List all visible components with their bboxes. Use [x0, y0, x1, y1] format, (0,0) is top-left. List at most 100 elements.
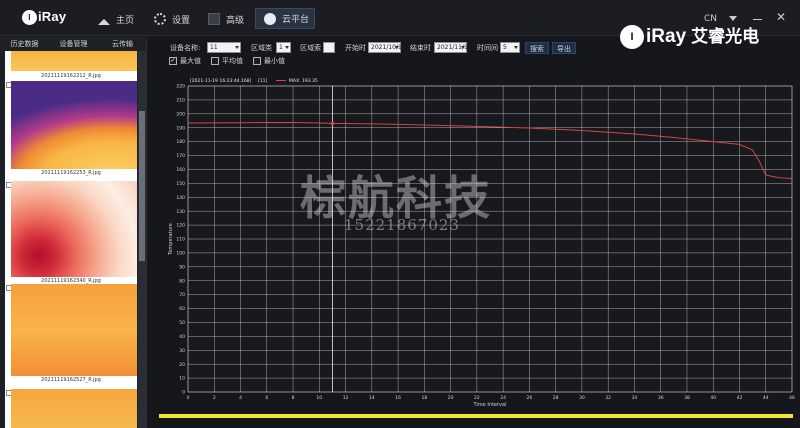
x-tick-label: 4 [239, 395, 242, 401]
x-tick-label: 40 [710, 395, 716, 401]
device-select[interactable]: 11 [207, 42, 241, 53]
x-axis-label: Time Interval [473, 402, 507, 408]
tab-device-management[interactable]: 设备管理 [49, 37, 98, 51]
tab-cloud-transfer[interactable]: 云传输 [98, 37, 147, 51]
nav-settings-label: 设置 [172, 15, 191, 26]
nav-cloud-label: 云平台 [282, 15, 310, 25]
x-tick-label: 26 [527, 395, 533, 401]
interval-label: 时间间 [477, 44, 498, 52]
advanced-icon [208, 13, 220, 25]
y-tick-label: 80 [179, 278, 185, 284]
thermal-image [11, 81, 137, 169]
thumbnail-caption: 20211119162212_R.jpg [41, 73, 101, 79]
x-tick-label: 14 [369, 395, 375, 401]
y-tick-label: 170 [176, 153, 185, 159]
y-tick-label: 40 [179, 334, 185, 340]
temperature-chart: 0 10 20 30 40 50 60 70 80 90 100 110 120 130 140 150 160… [160, 74, 800, 414]
x-tick-label: 16 [395, 395, 401, 401]
end-time-label: 结束时 [410, 44, 431, 52]
chevron-down-icon [461, 46, 465, 49]
x-tick-label: 28 [553, 395, 559, 401]
x-tick-label: 0 [187, 395, 190, 401]
export-button[interactable]: 导出 [552, 42, 576, 54]
y-tick-label: 90 [179, 264, 185, 270]
thumbnail-caption: 20211119162253_R.jpg [41, 170, 101, 176]
chevron-down-icon [395, 46, 399, 49]
region-index-input[interactable] [323, 42, 335, 53]
legend-entry: MAX: 193.35 [289, 78, 318, 84]
chart-title: [2021-11-19 16:23:44.168] [190, 78, 252, 84]
y-tick-label: 30 [179, 348, 185, 354]
y-tick-label: 70 [179, 292, 185, 298]
y-tick-label: 0 [182, 390, 185, 396]
minimize-icon[interactable] [753, 19, 762, 20]
x-tick-label: 2 [213, 395, 216, 401]
nav-settings[interactable]: 设置 [154, 9, 190, 29]
y-tick-label: 60 [179, 306, 185, 312]
brand-logo: IiRay 艾睿光电 [620, 22, 759, 49]
x-tick-label: 10 [316, 395, 322, 401]
end-time-picker[interactable]: 2021/11/1 [434, 42, 468, 53]
sidebar: 历史数据 设备管理 云传输 20211119162212_R.jpg 20211… [0, 37, 147, 428]
thermal-image [11, 284, 137, 376]
avg-checkbox[interactable] [211, 57, 219, 65]
interval-select[interactable]: 5 [500, 42, 520, 53]
y-tick-label: 150 [176, 181, 185, 187]
cloud-icon [264, 12, 276, 25]
start-time-label: 开始时 [345, 44, 366, 52]
chart-svg: 0102030405060708090100110120130140150160… [168, 78, 795, 408]
nav-advanced[interactable]: 高级 [208, 9, 244, 29]
y-tick-label: 220 [176, 84, 185, 90]
x-tick-label: 22 [474, 395, 480, 401]
y-axis-label: Temperature [168, 223, 174, 256]
x-tick-label: 6 [265, 395, 268, 401]
gear-icon [154, 13, 166, 25]
y-tick-label: 20 [179, 362, 185, 368]
region-index-label: 区域索 [300, 44, 321, 52]
nav-home[interactable]: 主页 [98, 9, 134, 29]
thumbnail-list: 20211119162212_R.jpg 20211119162253_R.jp… [5, 51, 137, 428]
y-tick-label: 160 [176, 167, 185, 173]
x-tick-label: 18 [421, 395, 427, 401]
avg-label: 平均值 [222, 57, 243, 65]
cursor-point [330, 121, 335, 126]
scrollbar-thumb[interactable] [139, 111, 145, 261]
chevron-down-icon [514, 46, 518, 49]
start-time-picker[interactable]: 2021/10/1 [368, 42, 402, 53]
progress-line [159, 414, 793, 418]
thermal-image [11, 389, 137, 428]
nav-cloud-platform[interactable]: 云平台 [255, 8, 315, 29]
nav-home-label: 主页 [116, 15, 135, 26]
x-tick-label: 30 [579, 395, 585, 401]
search-button[interactable]: 搜索 [525, 42, 549, 54]
x-tick-label: 8 [292, 395, 295, 401]
y-tick-label: 140 [176, 195, 185, 201]
y-tick-label: 200 [176, 111, 185, 117]
chevron-down-icon [285, 46, 289, 49]
region-type-label: 区域类 [251, 44, 272, 52]
x-tick-label: 34 [632, 395, 638, 401]
x-tick-label: 32 [605, 395, 611, 401]
max-checkbox[interactable]: ✓ [169, 57, 177, 65]
y-tick-label: 110 [176, 237, 185, 243]
max-label: 最大值 [180, 57, 201, 65]
tab-history[interactable]: 历史数据 [0, 37, 49, 51]
thermal-image [11, 51, 137, 71]
close-icon[interactable]: ✕ [776, 11, 786, 23]
watermark-phone: 15221867023 [344, 216, 460, 234]
y-tick-label: 100 [176, 251, 185, 257]
region-type-select[interactable]: 1 [276, 42, 291, 53]
home-icon [98, 13, 110, 25]
x-tick-label: 36 [658, 395, 664, 401]
y-tick-label: 180 [176, 139, 185, 145]
x-tick-label: 38 [684, 395, 690, 401]
y-tick-label: 50 [179, 320, 185, 326]
sidebar-scrollbar[interactable] [138, 51, 146, 428]
y-tick-label: 190 [176, 125, 185, 131]
y-tick-label: 120 [176, 223, 185, 229]
x-tick-label: 42 [737, 395, 743, 401]
sidebar-tabs: 历史数据 设备管理 云传输 [0, 37, 147, 51]
min-checkbox[interactable] [253, 57, 261, 65]
chevron-down-icon[interactable] [729, 16, 737, 21]
checkmark-icon: ✓ [170, 57, 176, 64]
